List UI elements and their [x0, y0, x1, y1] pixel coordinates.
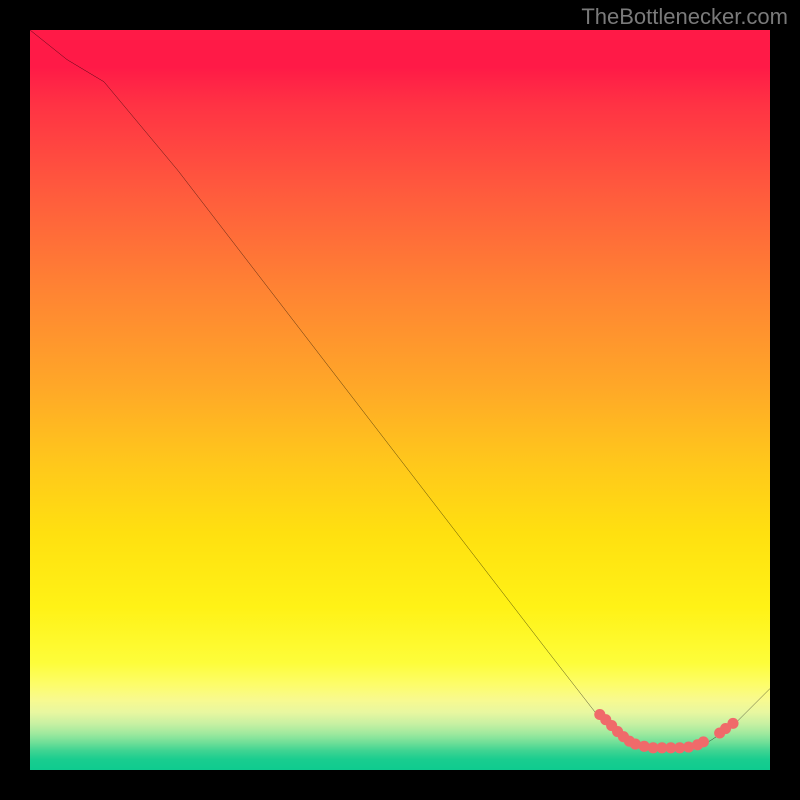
chart-canvas: TheBottlenecker.com [0, 0, 800, 800]
data-marker [727, 718, 738, 729]
data-marker [698, 736, 709, 747]
marker-layer [594, 709, 738, 753]
curve-layer [30, 30, 770, 748]
bottleneck-curve [30, 30, 770, 748]
plot-area [30, 30, 770, 770]
attribution-label: TheBottlenecker.com [581, 4, 788, 30]
chart-svg [30, 30, 770, 770]
